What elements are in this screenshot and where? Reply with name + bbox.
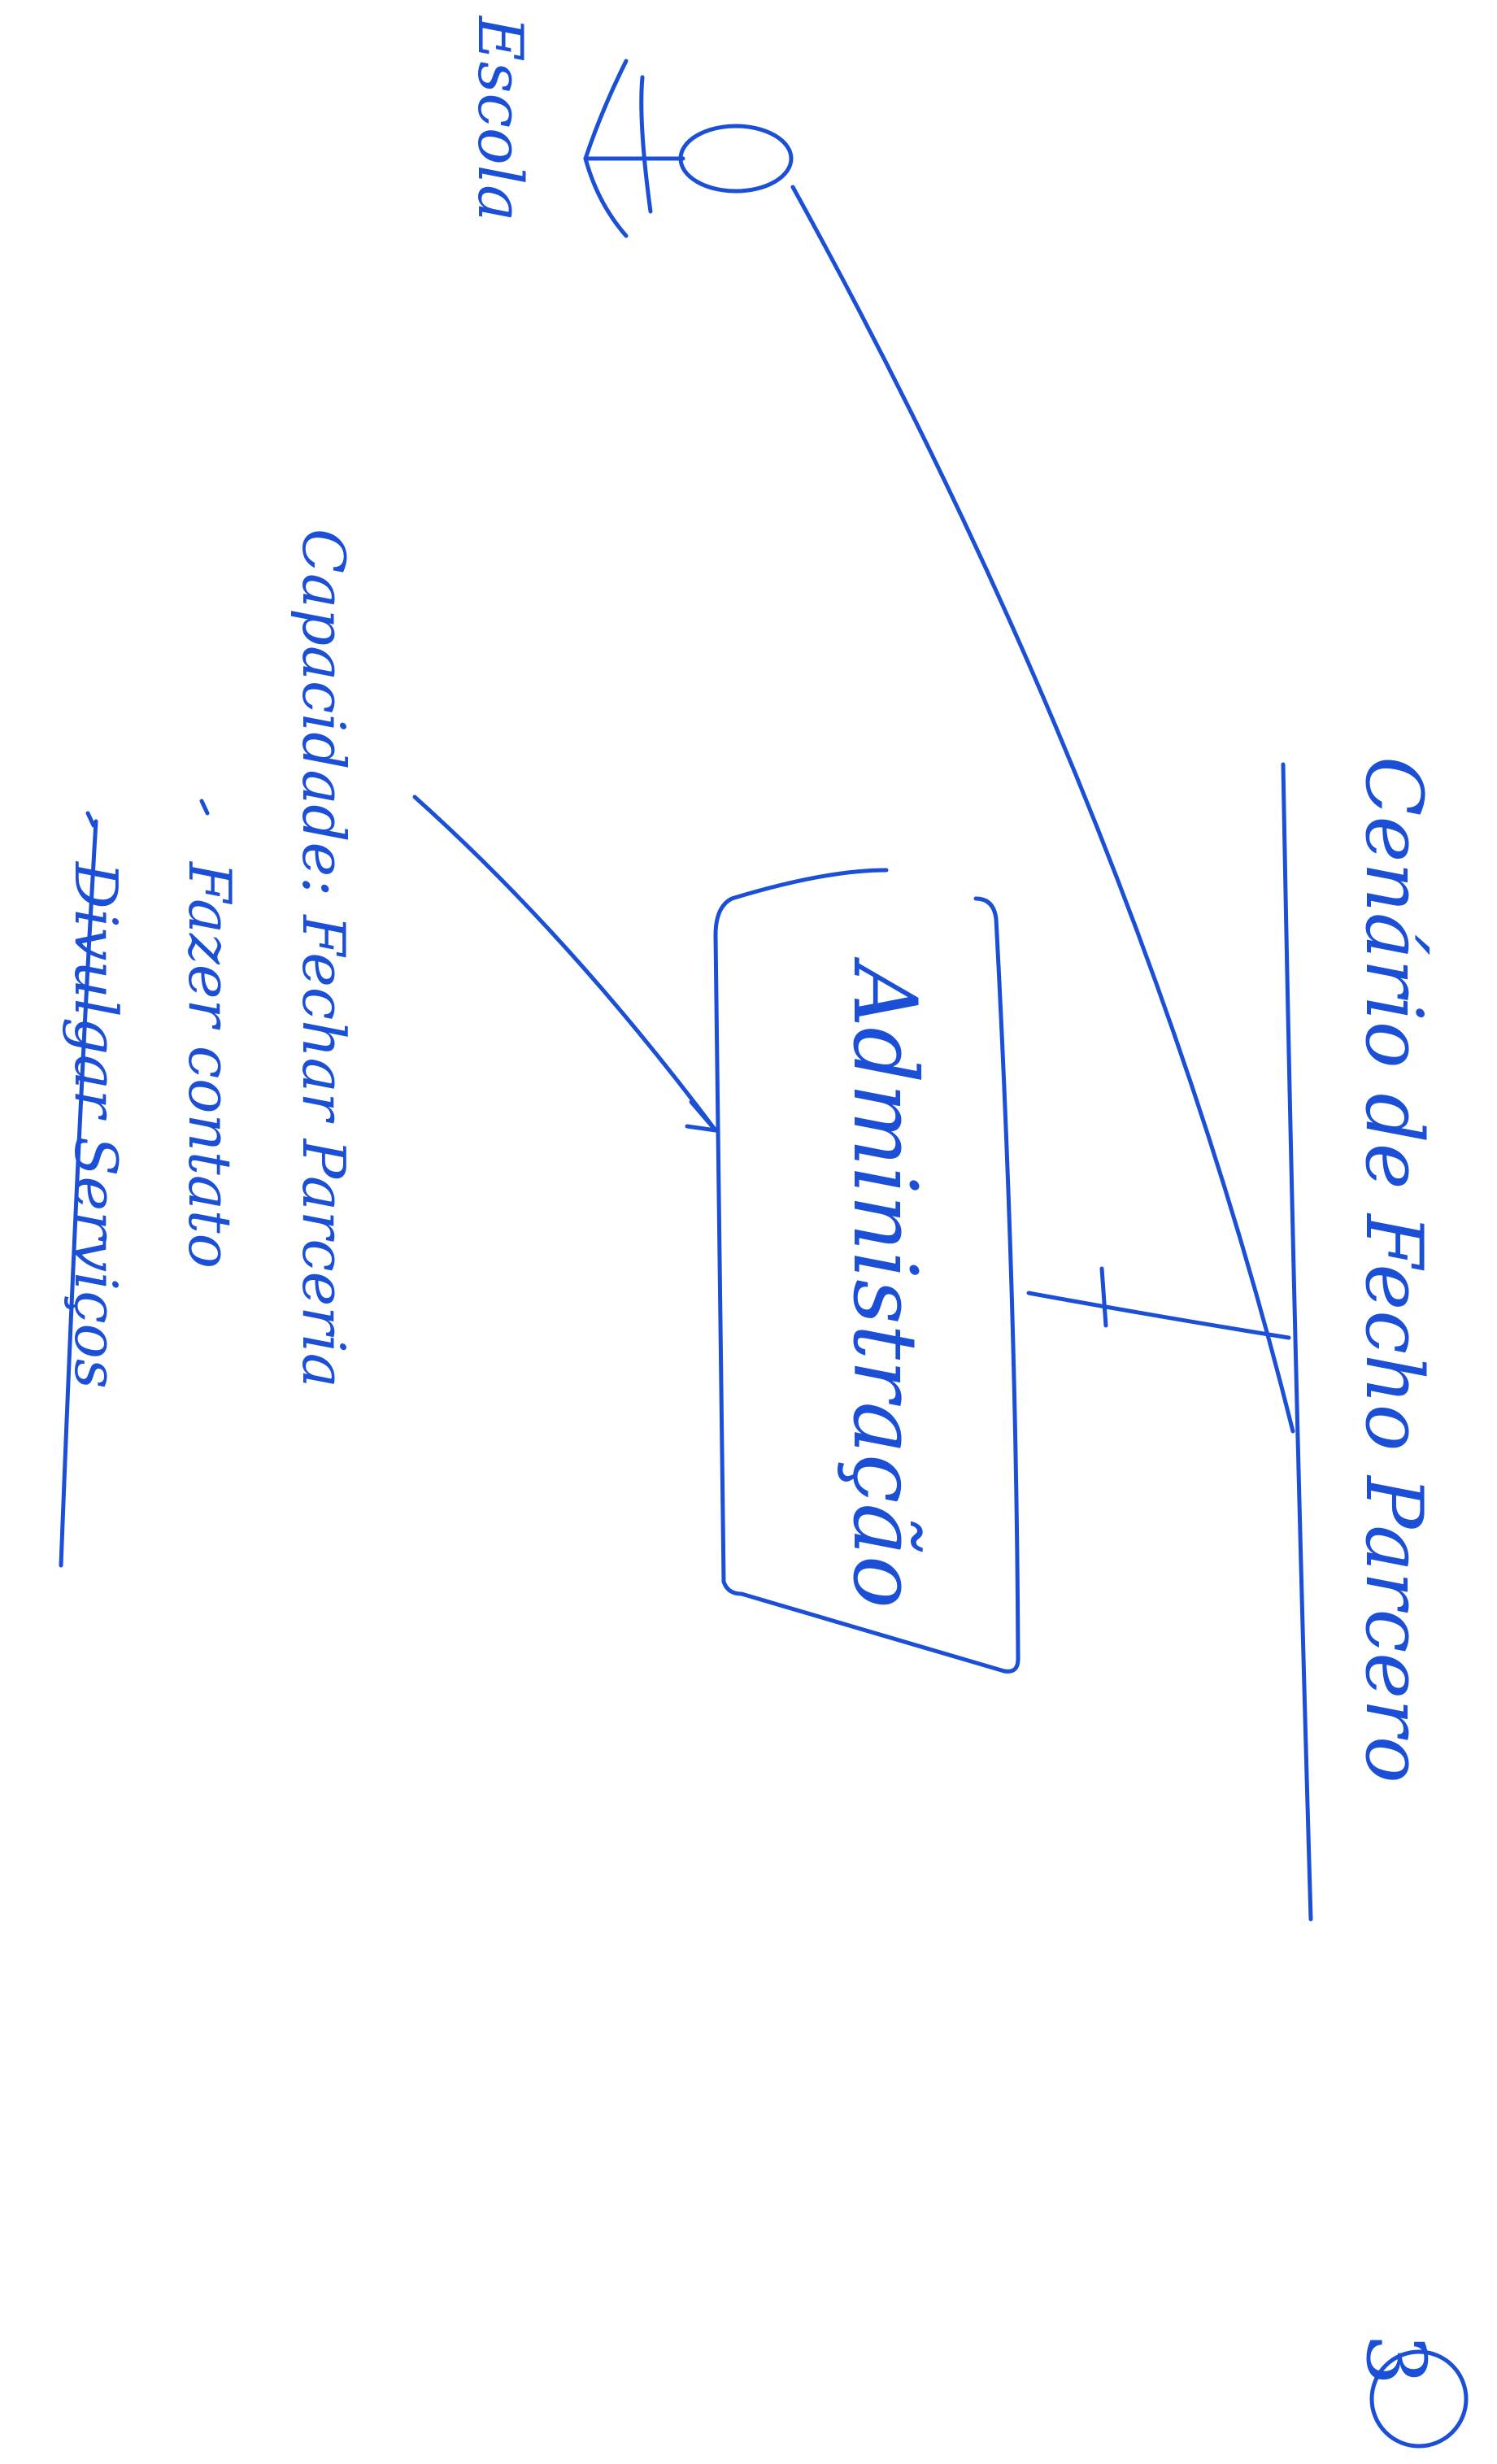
actor-escola-arms — [639, 75, 653, 214]
bullet-dash-1 — [199, 799, 210, 816]
central-node-label: Administração — [833, 964, 935, 1609]
capability-label: Capacidade: Fechar Parceria — [289, 529, 358, 1388]
box-to-title-connector — [1026, 1291, 1291, 1340]
page-number: 3 — [1348, 2334, 1443, 2386]
actor-escola-leg-2 — [583, 156, 629, 238]
bullet-dash-2 — [85, 811, 96, 828]
actor-escola-head — [678, 124, 794, 194]
title-underline — [1281, 762, 1313, 1922]
actor-escola-leg-1 — [583, 59, 629, 161]
actor-escola-label: Escola — [464, 16, 537, 222]
capability-arrowhead — [685, 1099, 718, 1133]
diagram-title: Cenário de Fecho Parcero — [1348, 756, 1439, 1783]
capability-item-fazer-contato: Fazer contato — [176, 862, 244, 1269]
connector-tick — [1099, 1266, 1108, 1328]
capability-connector — [412, 794, 718, 1133]
diagram-canvas: Cenário de Fecho Parcero Administração E… — [0, 0, 1497, 2464]
capability-item-divulgar-servicos: Divulgar Serviços — [62, 862, 130, 1389]
